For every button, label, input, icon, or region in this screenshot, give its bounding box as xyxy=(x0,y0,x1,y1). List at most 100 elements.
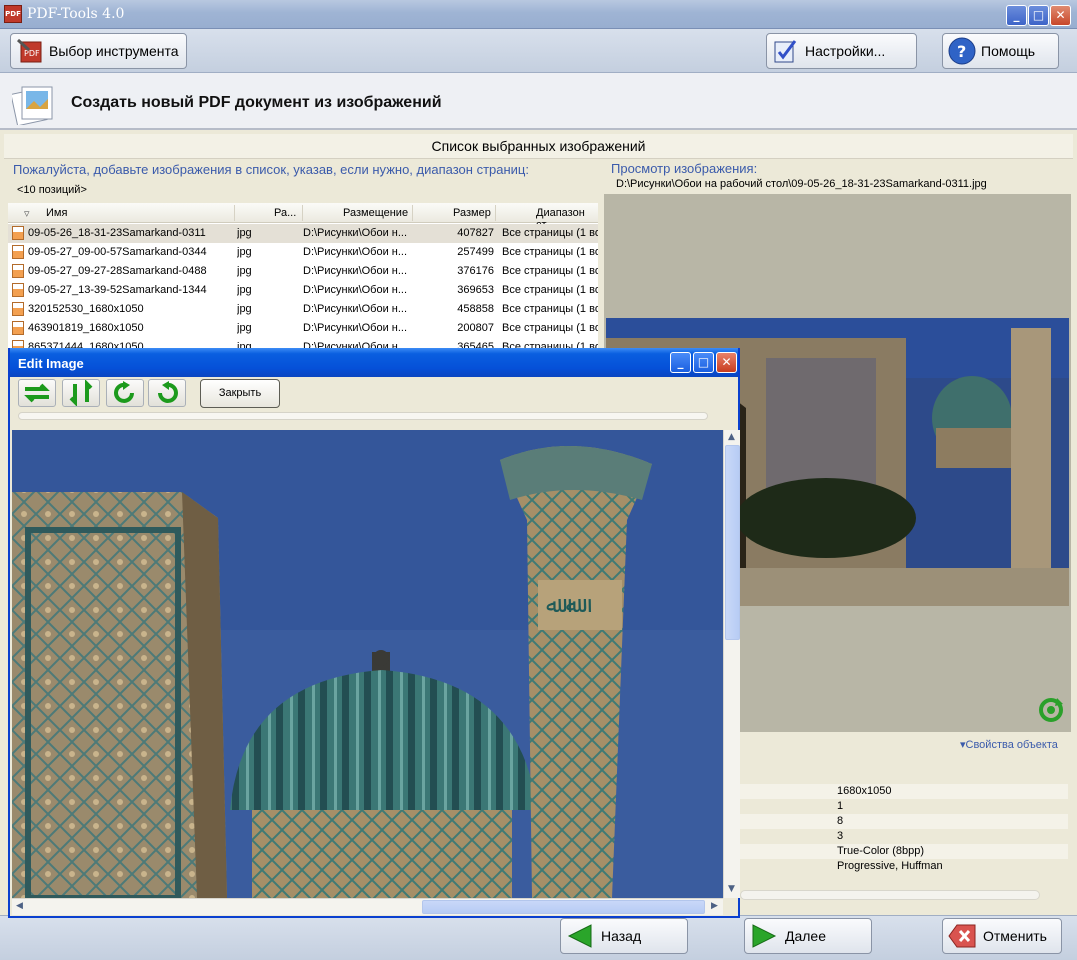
cell-location: D:\Рисунки\Обои н... xyxy=(303,341,408,348)
cell-range: Все страницы (1 во xyxy=(502,284,598,296)
cell-range: Все страницы (1 во xyxy=(502,322,598,334)
horizontal-scrollbar[interactable]: ◀ ▶ xyxy=(12,898,723,915)
svg-text:?: ? xyxy=(957,42,966,61)
cell-name: 865371444_1680x1050 xyxy=(28,341,144,348)
dialog-minimize-button[interactable]: _ xyxy=(670,352,691,373)
cell-name: 09-05-27_09-27-28Samarkand-0488 xyxy=(28,265,207,277)
table-row[interactable]: 09-05-27_13-39-52Samarkand-1344 jpg D:\Рис… xyxy=(8,281,598,300)
col-name-header[interactable]: Имя xyxy=(46,207,67,219)
image-file-icon xyxy=(12,264,24,278)
prop-dimensions: 1680x1050 xyxy=(740,784,1068,799)
help-icon: ? xyxy=(947,36,977,66)
cell-size: 458858 xyxy=(457,303,494,315)
prop-bits: 8 xyxy=(740,814,1068,829)
dialog-maximize-button[interactable]: □ xyxy=(693,352,714,373)
next-button[interactable]: Далее xyxy=(744,918,872,954)
column-divider xyxy=(302,205,303,221)
select-tool-label: Выбор инструмента xyxy=(49,43,179,59)
table-header: ▿ Имя Ра... Размещение Размер Диапазон с… xyxy=(8,203,598,231)
edit-image-canvas[interactable]: ﷲ ﷲ xyxy=(12,430,723,898)
rotate-right-button[interactable] xyxy=(106,379,144,407)
next-arrow-icon xyxy=(752,924,777,948)
table-row[interactable]: 320152530_1680x1050 jpg D:\Рисунки\Обои н.… xyxy=(8,300,598,319)
col-size-header[interactable]: Размер xyxy=(453,207,491,219)
cell-ext: jpg xyxy=(237,322,252,334)
cancel-button[interactable]: Отменить xyxy=(942,918,1062,954)
minimize-button[interactable]: _ xyxy=(1006,5,1027,26)
table-row[interactable]: 865371444_1680x1050 jpg D:\Рисунки\Обои н.… xyxy=(8,338,598,348)
page-header: Создать новый PDF документ из изображени… xyxy=(0,73,1077,130)
column-divider xyxy=(412,205,413,221)
cancel-icon xyxy=(948,924,976,948)
dialog-close-button[interactable]: ✕ xyxy=(716,352,737,373)
column-divider xyxy=(495,205,496,221)
prop-color: True-Color (8bpp) xyxy=(740,844,1068,859)
cell-name: 463901819_1680x1050 xyxy=(28,322,144,334)
flip-vertical-icon xyxy=(69,379,93,407)
cancel-label: Отменить xyxy=(983,928,1047,944)
cell-ext: jpg xyxy=(237,227,252,239)
cell-ext: jpg xyxy=(237,341,252,348)
vertical-scroll-thumb[interactable] xyxy=(725,445,740,640)
settings-label: Настройки... xyxy=(805,43,886,59)
settings-button[interactable]: Настройки... xyxy=(766,33,917,69)
flip-vertical-button[interactable] xyxy=(62,379,100,407)
properties-scrollbar[interactable] xyxy=(740,890,1040,900)
list-title: Список выбранных изображений xyxy=(4,134,1073,159)
cell-location: D:\Рисунки\Обои н... xyxy=(303,303,408,315)
prop-pages: 1 xyxy=(837,800,844,812)
cell-ext: jpg xyxy=(237,246,252,258)
cell-size: 257499 xyxy=(457,246,494,258)
vertical-scrollbar[interactable]: ▲ ▼ xyxy=(723,430,740,898)
scroll-left-icon[interactable]: ◀ xyxy=(12,899,27,914)
cell-ext: jpg xyxy=(237,284,252,296)
cell-size: 376176 xyxy=(457,265,494,277)
top-toolbar: PDF Выбор инструмента Настройки... ? Пом… xyxy=(0,29,1077,73)
image-file-icon xyxy=(12,321,24,335)
dialog-titlebar[interactable]: Edit Image _ □ ✕ xyxy=(10,348,738,377)
image-file-icon xyxy=(12,283,24,297)
cell-name: 09-05-27_09-00-57Samarkand-0344 xyxy=(28,246,207,258)
bottom-bar xyxy=(0,915,1077,960)
prop-compression: Progressive, Huffman xyxy=(837,860,943,872)
scroll-right-icon[interactable]: ▶ xyxy=(707,899,722,914)
images-icon xyxy=(10,81,56,127)
refresh-icon[interactable] xyxy=(1037,696,1065,724)
maximize-button[interactable]: □ xyxy=(1028,5,1049,26)
table-row[interactable]: 09-05-26_18-31-23Samarkand-0311 jpg D:\Рис… xyxy=(8,224,598,243)
col-ext-header[interactable]: Ра... xyxy=(274,207,296,219)
svg-text:PDF: PDF xyxy=(24,49,40,58)
table-row[interactable]: 463901819_1680x1050 jpg D:\Рисунки\Обои н.… xyxy=(8,319,598,338)
cell-range: Все страницы (1 во xyxy=(502,246,598,258)
table-row[interactable]: 09-05-27_09-00-57Samarkand-0344 jpg D:\Рис… xyxy=(8,243,598,262)
help-label: Помощь xyxy=(981,43,1036,59)
settings-icon xyxy=(771,36,801,66)
scroll-down-icon[interactable]: ▼ xyxy=(724,882,739,897)
app-title: PDF-Tools 4.0 xyxy=(27,6,125,22)
flip-horizontal-button[interactable] xyxy=(18,379,56,407)
rotate-right-icon xyxy=(114,381,134,403)
cell-name: 320152530_1680x1050 xyxy=(28,303,144,315)
preview-label: Просмотр изображения: xyxy=(611,161,758,176)
dialog-close-text-button[interactable]: Закрыть xyxy=(200,379,280,408)
next-label: Далее xyxy=(785,928,827,944)
back-button[interactable]: Назад xyxy=(560,918,688,954)
cell-location: D:\Рисунки\Обои н... xyxy=(303,227,408,239)
help-button[interactable]: ? Помощь xyxy=(942,33,1059,69)
scroll-up-icon[interactable]: ▲ xyxy=(724,430,739,445)
rotate-left-button[interactable] xyxy=(148,379,186,407)
main-titlebar: PDF PDF-Tools 4.0 _ □ ✕ xyxy=(0,0,1077,29)
back-label: Назад xyxy=(601,928,642,944)
image-file-icon xyxy=(12,340,24,348)
image-list-table[interactable]: ▿ Имя Ра... Размещение Размер Диапазон с… xyxy=(8,203,598,348)
cell-size: 200807 xyxy=(457,322,494,334)
col-location-header[interactable]: Размещение xyxy=(343,207,408,219)
select-tool-button[interactable]: PDF Выбор инструмента xyxy=(10,33,187,69)
prop-channels: 3 xyxy=(837,830,844,842)
close-button[interactable]: ✕ xyxy=(1050,5,1071,26)
image-file-icon xyxy=(12,245,24,259)
table-row[interactable]: 09-05-27_09-27-28Samarkand-0488 jpg D:\Рис… xyxy=(8,262,598,281)
horizontal-scroll-thumb[interactable] xyxy=(422,900,705,914)
object-properties-link[interactable]: ▾Свойства объекта xyxy=(960,738,1058,751)
edit-image-dialog: Edit Image _ □ ✕ Закрыть ﷲ ﷲ ▲ ▼ ◀ ▶ xyxy=(8,348,740,918)
